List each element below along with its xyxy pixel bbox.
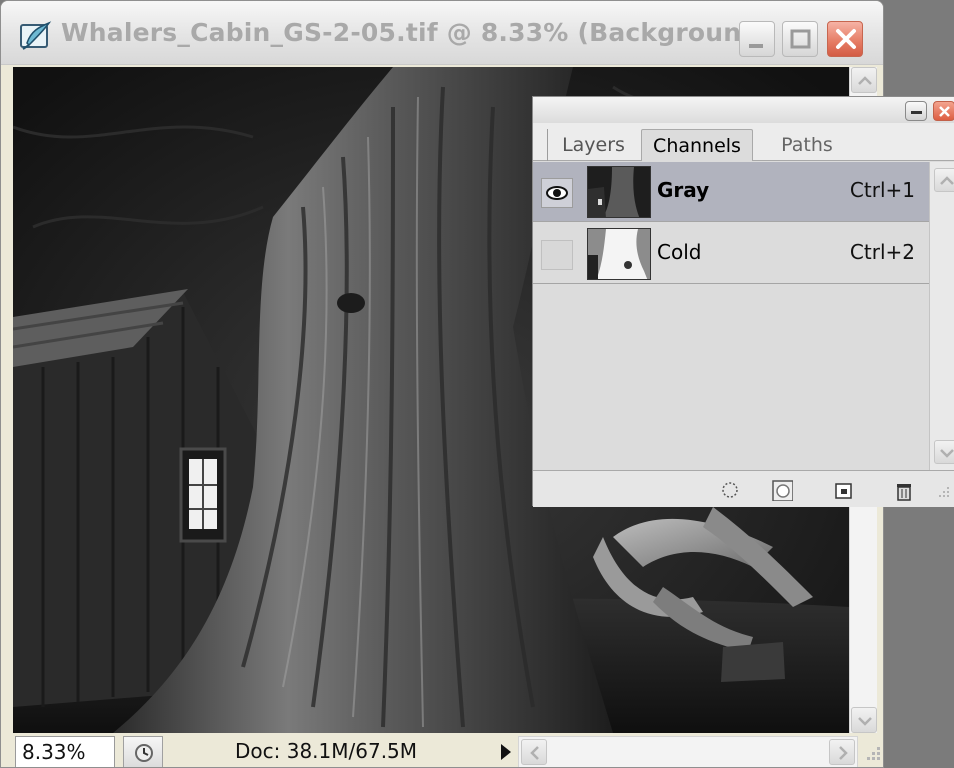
minimize-icon <box>911 111 922 114</box>
channels-palette: Layers Channels Paths Gray Ctrl+1 Cold C… <box>532 96 954 507</box>
tab-layers[interactable]: Layers <box>547 129 639 161</box>
channel-name: Cold <box>657 240 702 264</box>
eye-icon <box>546 186 568 200</box>
maximize-button[interactable] <box>782 21 818 57</box>
horizontal-scrollbar[interactable] <box>518 736 858 767</box>
channel-shortcut: Ctrl+2 <box>849 240 915 264</box>
new-channel-icon[interactable] <box>833 479 855 501</box>
close-button[interactable] <box>827 21 863 57</box>
chevron-down-icon <box>858 717 872 726</box>
load-selection-icon[interactable] <box>719 479 741 501</box>
chevron-up-icon <box>858 76 872 85</box>
channel-shortcut: Ctrl+1 <box>849 178 915 202</box>
zoom-field[interactable]: 8.33% <box>15 736 115 767</box>
palette-tabs: Layers Channels Paths <box>533 123 954 187</box>
channel-thumbnail-gray <box>587 166 651 218</box>
chevron-up-icon <box>940 176 954 185</box>
tab-channels[interactable]: Channels <box>641 129 753 161</box>
palette-scroll-down-button[interactable] <box>934 440 954 464</box>
channel-row-gray[interactable]: Gray Ctrl+1 <box>533 162 929 222</box>
resize-grip-icon[interactable] <box>861 741 883 765</box>
minimize-button[interactable] <box>739 21 775 57</box>
channel-thumbnail-cold <box>587 228 651 280</box>
scroll-down-button[interactable] <box>851 707 877 733</box>
visibility-toggle-gray[interactable] <box>541 178 573 208</box>
chevron-down-icon <box>940 449 954 458</box>
photoshop-feather-icon <box>19 21 53 51</box>
channel-row-cold[interactable]: Cold Ctrl+2 <box>533 224 929 284</box>
palette-minimize-button[interactable] <box>905 101 927 121</box>
status-bar: 8.33% Doc: 38.1M/67.5M <box>13 735 880 767</box>
palette-resize-grip-icon[interactable] <box>933 483 954 505</box>
document-titlebar[interactable]: Whalers_Cabin_GS-2-05.tif @ 8.33% (Backg… <box>1 1 883 65</box>
tab-paths[interactable]: Paths <box>757 129 857 161</box>
channel-list: Gray Ctrl+1 Cold Ctrl+2 <box>533 162 929 470</box>
channel-name: Gray <box>657 178 710 202</box>
clock-icon <box>135 744 153 762</box>
close-icon <box>836 29 856 49</box>
minimize-icon <box>749 44 763 48</box>
palette-scrollbar[interactable] <box>929 162 954 470</box>
chevron-left-icon <box>530 746 539 760</box>
palette-close-button[interactable] <box>933 101 954 121</box>
scroll-right-button[interactable] <box>829 739 855 765</box>
chevron-right-icon <box>839 746 848 760</box>
visibility-toggle-cold[interactable] <box>541 240 573 270</box>
palette-titlebar[interactable] <box>533 97 954 123</box>
close-icon <box>939 106 950 117</box>
palette-footer <box>533 470 954 507</box>
document-size: Doc: 38.1M/67.5M <box>235 739 418 763</box>
scroll-up-button[interactable] <box>851 67 877 93</box>
document-title: Whalers_Cabin_GS-2-05.tif @ 8.33% (Backg… <box>61 18 741 47</box>
status-menu-arrow-icon[interactable] <box>495 740 515 764</box>
status-info-button[interactable] <box>123 736 163 767</box>
delete-channel-icon[interactable] <box>893 479 915 501</box>
maximize-icon <box>790 29 811 49</box>
save-selection-icon[interactable] <box>771 479 793 501</box>
tree-stump <box>721 642 785 682</box>
scroll-left-button[interactable] <box>521 739 547 765</box>
palette-scroll-up-button[interactable] <box>934 168 954 192</box>
